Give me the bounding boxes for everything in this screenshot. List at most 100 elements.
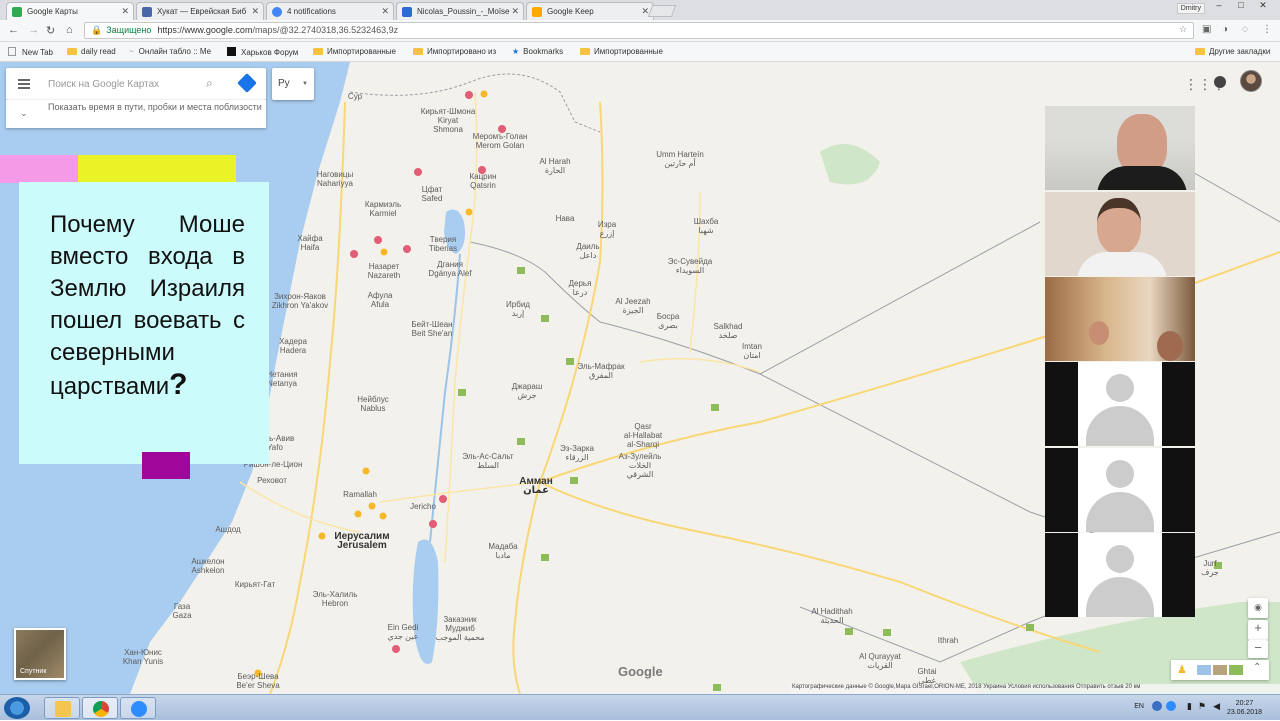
home-icon[interactable]: ⌂ xyxy=(66,24,73,36)
map-place-label[interactable]: Al Hadithah الحديثة xyxy=(811,607,852,625)
map-place-label[interactable]: Ramallah xyxy=(343,490,377,499)
satellite-toggle[interactable]: Спутник xyxy=(14,628,66,680)
map-place-label[interactable]: Хан-Юнис Khan Yunis xyxy=(123,648,163,666)
map-place-label[interactable]: Кирьят-Гат xyxy=(235,580,275,589)
extension-icon[interactable]: ◑ xyxy=(1222,24,1228,35)
extension-icon[interactable]: ▣ xyxy=(1202,24,1211,35)
close-tab-icon[interactable]: ✕ xyxy=(511,6,519,17)
close-tab-icon[interactable]: ✕ xyxy=(381,6,389,17)
close-window-icon[interactable]: ✕ xyxy=(1252,0,1274,11)
bookmark-item[interactable]: daily read xyxy=(67,47,116,56)
keyboard-language[interactable]: EN xyxy=(1134,703,1144,710)
map-place-label[interactable]: Хайфа Haifa xyxy=(297,234,322,252)
map-place-label[interactable]: Джараш جرش xyxy=(512,382,543,400)
expand-icon[interactable]: ⌃ xyxy=(1253,662,1261,673)
map-place-label[interactable]: Jurf جرف xyxy=(1201,559,1219,577)
language-selector[interactable]: Ру ▼ xyxy=(272,68,314,100)
map-city-label[interactable]: Амман عمان xyxy=(519,477,553,496)
taskbar-explorer[interactable] xyxy=(44,697,80,719)
address-bar[interactable]: 🔒 Защищено https://www.google.com/maps/@32… xyxy=(84,22,1194,39)
network-icon[interactable]: ▮ xyxy=(1187,701,1192,712)
map-place-label[interactable]: Газа Gaza xyxy=(172,602,191,620)
bookmark-item[interactable]: ★ Bookmarks xyxy=(512,47,563,56)
tab-google-keep[interactable]: Google Keep ✕ xyxy=(526,2,654,20)
map-place-label[interactable]: Беэр-Шева Be'er Sheva xyxy=(236,672,279,690)
avatar[interactable] xyxy=(1240,70,1262,92)
directions-icon[interactable] xyxy=(237,73,257,93)
map-place-label[interactable]: Ein Gedi عين جدي xyxy=(388,623,419,641)
map-place-label[interactable]: Эль-Халиль Hebron xyxy=(313,590,358,608)
map-city-label[interactable]: Иерусалим Jerusalem xyxy=(334,532,389,551)
map-place-label[interactable]: Jericho xyxy=(410,502,436,511)
video-tile-participant-1[interactable] xyxy=(1045,106,1195,190)
map-place-label[interactable]: Изра إزرع xyxy=(598,220,616,238)
zoom-tray-icon[interactable] xyxy=(1166,701,1176,711)
map-place-label[interactable]: Тверия Tiberias xyxy=(429,235,457,253)
map-place-label[interactable]: Назарет Nazareth xyxy=(368,262,400,280)
pegman-panel[interactable]: ♟ ⌃ xyxy=(1171,660,1269,680)
map-place-label[interactable]: Мадаба مادبا xyxy=(488,542,517,560)
help-icon[interactable] xyxy=(1152,701,1162,711)
bookmark-item[interactable]: Импортированные xyxy=(313,47,396,56)
map-place-label[interactable]: Хадера Hadera xyxy=(279,337,307,355)
taskbar-chrome[interactable] xyxy=(82,697,118,719)
menu-icon[interactable]: ⋮ xyxy=(1262,24,1272,35)
minimize-icon[interactable]: – xyxy=(1208,0,1230,10)
imagery-thumbnail[interactable] xyxy=(1213,665,1227,675)
video-tile-participant-3[interactable] xyxy=(1045,277,1195,361)
map-place-label[interactable]: Кирьят-Шмона Kiryat Shmona xyxy=(421,107,476,134)
map-place-label[interactable]: Нава xyxy=(556,214,575,223)
map-place-label[interactable]: Сур xyxy=(348,92,362,101)
flag-icon[interactable]: ⚑ xyxy=(1198,701,1206,712)
bookmark-item[interactable]: Импортированные xyxy=(580,47,663,56)
map-place-label[interactable]: Аз-Зулейль الخلات الشرقي xyxy=(619,452,662,479)
map-place-label[interactable]: Нетания Netanya xyxy=(266,370,297,388)
map-place-label[interactable]: Эль-Ас-Сальт السلط xyxy=(462,452,513,470)
map-place-label[interactable]: Даиль داعل xyxy=(576,242,599,260)
map-place-label[interactable]: Эль-Мафрак المفرق xyxy=(577,362,624,380)
close-tab-icon[interactable]: ✕ xyxy=(251,6,259,17)
map-place-label[interactable]: Imtan امتان xyxy=(742,342,762,360)
taskbar-zoom[interactable] xyxy=(120,697,156,719)
map-place-label[interactable]: Кацрин Qatsrin xyxy=(469,172,496,190)
maximize-icon[interactable]: □ xyxy=(1230,0,1252,10)
new-tab-button[interactable] xyxy=(647,5,677,17)
clock[interactable]: 20:27 23.06.2018 xyxy=(1227,699,1262,717)
map-place-label[interactable]: Umm Harteín أم حارتين xyxy=(656,150,704,168)
imagery-thumbnail[interactable] xyxy=(1229,665,1243,675)
bookmark-star-icon[interactable]: ☆ xyxy=(1179,24,1187,35)
map-place-label[interactable]: Зихрон-Яаков Zikhron Ya'akov xyxy=(272,292,328,310)
search-icon[interactable]: ⌕ xyxy=(206,76,213,91)
video-tile-participant-5[interactable] xyxy=(1045,448,1195,532)
forward-icon[interactable]: → xyxy=(28,24,39,36)
map-place-label[interactable]: Кармиэль Karmiel xyxy=(365,200,401,218)
reload-icon[interactable]: ↻ xyxy=(46,24,55,37)
search-input[interactable]: Поиск на Google Картах xyxy=(48,79,159,90)
map-place-label[interactable]: Дгания Dgánya Alef xyxy=(428,260,471,278)
tab-notifications[interactable]: 4 notifications ✕ xyxy=(266,2,394,20)
zoom-in-button[interactable]: + xyxy=(1248,620,1268,640)
video-tile-participant-2[interactable] xyxy=(1045,192,1195,276)
map-place-label[interactable]: Дерья درعا xyxy=(569,279,592,297)
bookmark-item[interactable]: New Tab xyxy=(8,47,53,57)
map-place-label[interactable]: Salkhad صلخد xyxy=(714,322,743,340)
start-button[interactable] xyxy=(4,697,30,719)
map-place-label[interactable]: Al Harah الحارة xyxy=(539,157,570,175)
zoom-out-button[interactable]: − xyxy=(1248,640,1268,658)
video-tile-participant-6[interactable] xyxy=(1045,533,1195,617)
map-place-label[interactable]: Бейт-Шеан Beit She'an xyxy=(411,320,452,338)
map-place-label[interactable]: Наговицы Nahariyya xyxy=(317,170,353,188)
map-place-label[interactable]: Эс-Сувейда السويداء xyxy=(668,257,712,275)
back-icon[interactable]: ← xyxy=(8,24,19,36)
map-place-label[interactable]: Заказник Муджиб محمية الموجب xyxy=(435,615,484,642)
tab-poussin[interactable]: Nicolas_Poussin_-_Moïse ✕ xyxy=(396,2,524,20)
map-place-label[interactable]: Эз-Зарка الزرقاء xyxy=(560,444,594,462)
tab-google-maps[interactable]: Google Карты ✕ xyxy=(6,2,134,20)
pegman-icon[interactable]: ♟ xyxy=(1177,663,1187,676)
map-place-label[interactable]: Босра بصرى xyxy=(657,312,680,330)
map-place-label[interactable]: Ашдод xyxy=(215,525,240,534)
video-tile-participant-4[interactable] xyxy=(1045,362,1195,446)
bookmark-item[interactable]: Импортировано из xyxy=(413,47,496,56)
other-bookmarks[interactable]: Другие закладки xyxy=(1195,47,1270,56)
map-place-label[interactable]: Цфат Safed xyxy=(422,185,443,203)
